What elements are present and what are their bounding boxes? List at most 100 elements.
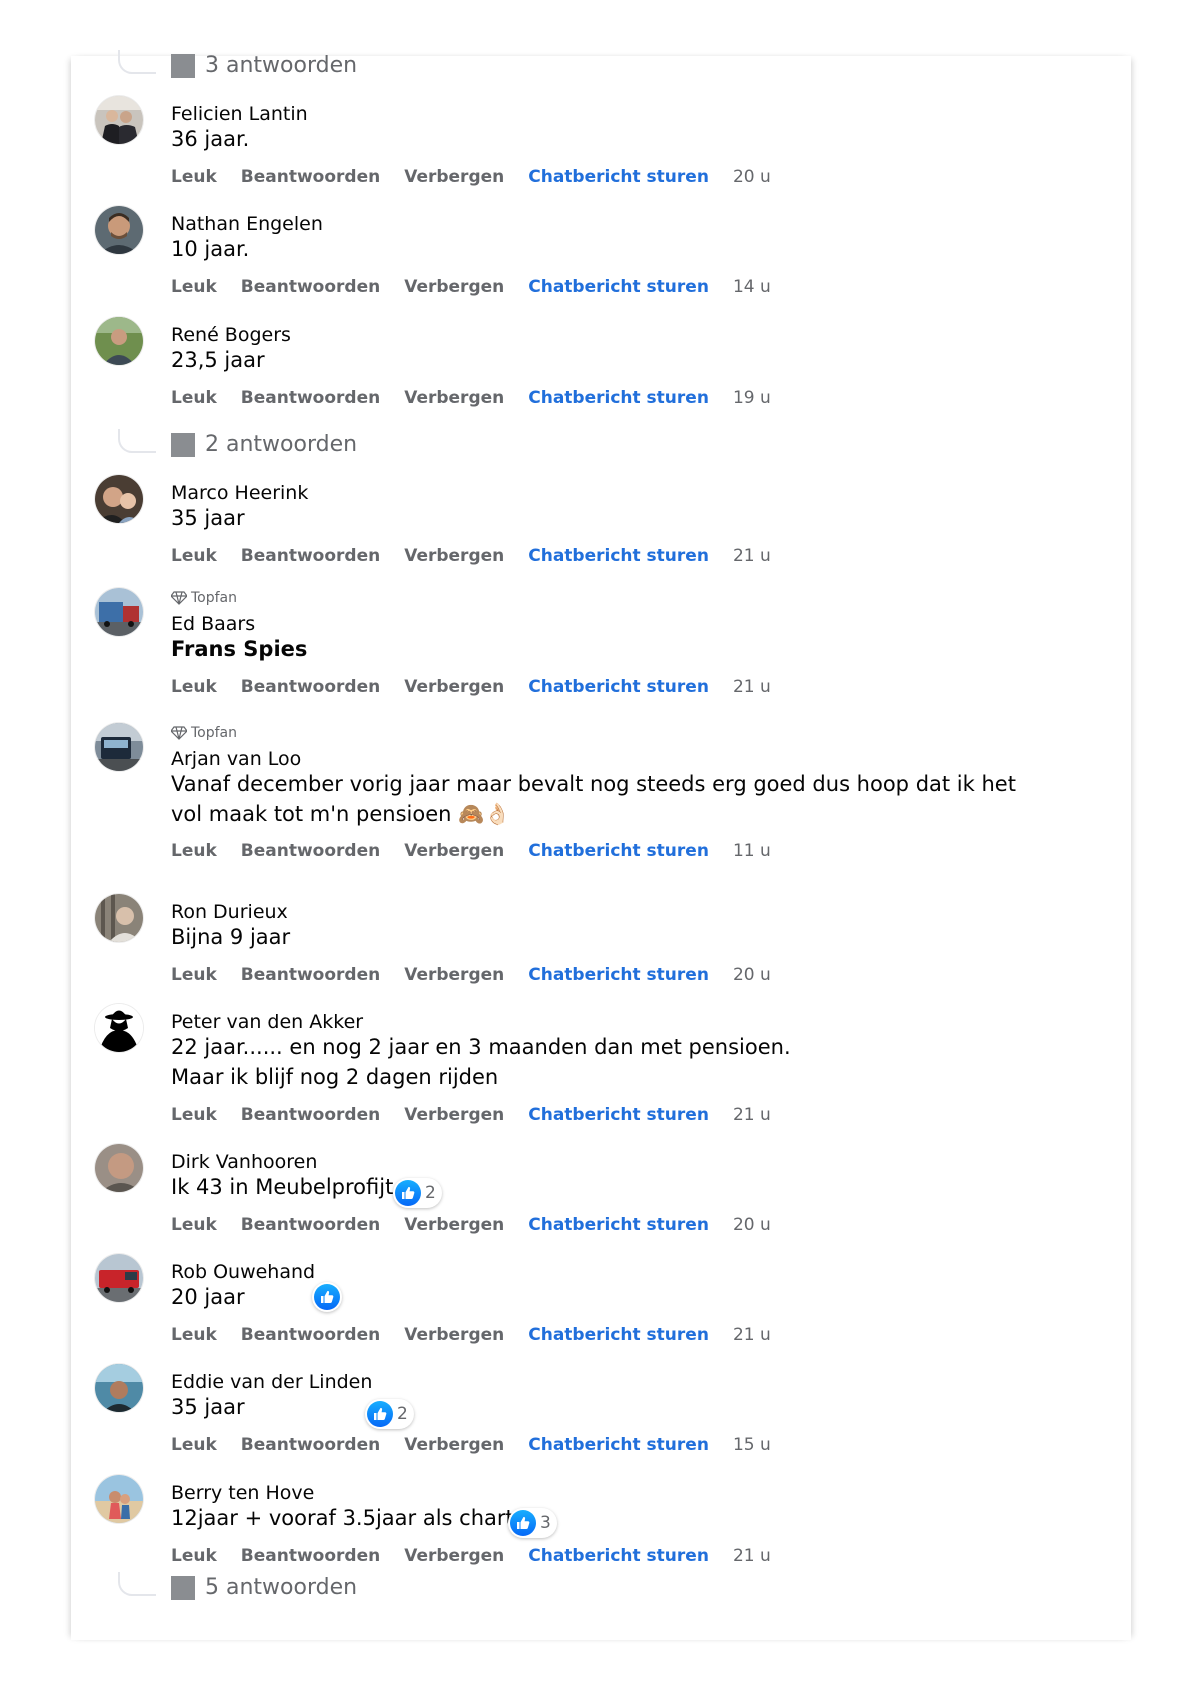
commenter-name[interactable]: Felicien Lantin — [171, 103, 308, 125]
hide-button[interactable]: Verbergen — [404, 1215, 504, 1235]
avatar[interactable] — [95, 317, 143, 365]
avatar[interactable] — [95, 1475, 143, 1523]
reply-button[interactable]: Beantwoorden — [241, 1325, 380, 1345]
send-message-button[interactable]: Chatbericht sturen — [528, 965, 709, 985]
hide-button[interactable]: Verbergen — [404, 546, 504, 566]
like-button[interactable]: Leuk — [171, 1105, 217, 1125]
reply-button[interactable]: Beantwoorden — [241, 1215, 380, 1235]
timestamp[interactable]: 20 u — [733, 167, 771, 187]
avatar[interactable] — [95, 1364, 143, 1412]
send-message-button[interactable]: Chatbericht sturen — [528, 388, 709, 408]
hide-button[interactable]: Verbergen — [404, 167, 504, 187]
hide-button[interactable]: Verbergen — [404, 677, 504, 697]
timestamp[interactable]: 21 u — [733, 1105, 771, 1125]
like-button[interactable]: Leuk — [171, 388, 217, 408]
comment-actions: Leuk Beantwoorden Verbergen Chatbericht … — [171, 277, 771, 297]
like-button[interactable]: Leuk — [171, 1546, 217, 1566]
avatar[interactable] — [95, 1144, 143, 1192]
timestamp[interactable]: 15 u — [733, 1435, 771, 1455]
timestamp[interactable]: 14 u — [733, 277, 771, 297]
timestamp[interactable]: 21 u — [733, 677, 771, 697]
view-replies-link[interactable]: 3 antwoorden — [171, 53, 357, 78]
reaction-count[interactable] — [312, 1282, 342, 1312]
commenter-name[interactable]: Arjan van Loo — [171, 748, 301, 770]
reaction-count[interactable]: 3 — [508, 1508, 557, 1538]
hide-button[interactable]: Verbergen — [404, 388, 504, 408]
comment-text: Bijna 9 jaar — [171, 925, 291, 949]
timestamp[interactable]: 19 u — [733, 388, 771, 408]
commenter-name[interactable]: Rob Ouwehand — [171, 1261, 315, 1283]
topfan-badge[interactable]: Topfan — [171, 725, 237, 741]
reply-button[interactable]: Beantwoorden — [241, 841, 380, 861]
send-message-button[interactable]: Chatbericht sturen — [528, 1325, 709, 1345]
reply-button[interactable]: Beantwoorden — [241, 1435, 380, 1455]
avatar[interactable] — [95, 1254, 143, 1302]
send-message-button[interactable]: Chatbericht sturen — [528, 546, 709, 566]
commenter-name[interactable]: Eddie van der Linden — [171, 1371, 372, 1393]
like-button[interactable]: Leuk — [171, 1435, 217, 1455]
commenter-name[interactable]: René Bogers — [171, 324, 291, 346]
reply-button[interactable]: Beantwoorden — [241, 277, 380, 297]
like-button[interactable]: Leuk — [171, 677, 217, 697]
send-message-button[interactable]: Chatbericht sturen — [528, 841, 709, 861]
hide-button[interactable]: Verbergen — [404, 841, 504, 861]
send-message-button[interactable]: Chatbericht sturen — [528, 1105, 709, 1125]
send-message-button[interactable]: Chatbericht sturen — [528, 1215, 709, 1235]
hide-button[interactable]: Verbergen — [404, 1546, 504, 1566]
comment-text[interactable]: Frans Spies — [171, 634, 1031, 664]
reply-button[interactable]: Beantwoorden — [241, 1546, 380, 1566]
like-button[interactable]: Leuk — [171, 277, 217, 297]
like-button[interactable]: Leuk — [171, 1325, 217, 1345]
commenter-name[interactable]: Berry ten Hove — [171, 1482, 314, 1504]
commenter-name[interactable]: Ed Baars — [171, 613, 255, 635]
hide-button[interactable]: Verbergen — [404, 1325, 504, 1345]
commenter-name[interactable]: Dirk Vanhooren — [171, 1151, 317, 1173]
send-message-button[interactable]: Chatbericht sturen — [528, 677, 709, 697]
timestamp[interactable]: 11 u — [733, 841, 771, 861]
like-button[interactable]: Leuk — [171, 546, 217, 566]
like-button[interactable]: Leuk — [171, 1215, 217, 1235]
avatar[interactable] — [95, 96, 143, 144]
timestamp[interactable]: 20 u — [733, 965, 771, 985]
hide-button[interactable]: Verbergen — [404, 1435, 504, 1455]
avatar[interactable] — [95, 206, 143, 254]
avatar[interactable] — [95, 894, 143, 942]
reply-button[interactable]: Beantwoorden — [241, 388, 380, 408]
commenter-name[interactable]: Ron Durieux — [171, 901, 288, 923]
send-message-button[interactable]: Chatbericht sturen — [528, 167, 709, 187]
view-replies-link[interactable]: 2 antwoorden — [171, 432, 357, 457]
timestamp[interactable]: 21 u — [733, 546, 771, 566]
send-message-button[interactable]: Chatbericht sturen — [528, 277, 709, 297]
avatar[interactable] — [95, 588, 143, 636]
reaction-count[interactable]: 2 — [393, 1178, 442, 1208]
send-message-button[interactable]: Chatbericht sturen — [528, 1435, 709, 1455]
reply-button[interactable]: Beantwoorden — [241, 1105, 380, 1125]
hide-button[interactable]: Verbergen — [404, 1105, 504, 1125]
commenter-name[interactable]: Nathan Engelen — [171, 213, 323, 235]
topfan-badge[interactable]: Topfan — [171, 590, 237, 606]
avatar[interactable] — [95, 723, 143, 771]
reply-button[interactable]: Beantwoorden — [241, 546, 380, 566]
hide-button[interactable]: Verbergen — [404, 277, 504, 297]
timestamp[interactable]: 20 u — [733, 1215, 771, 1235]
avatar[interactable] — [95, 475, 143, 523]
send-message-button[interactable]: Chatbericht sturen — [528, 1546, 709, 1566]
reply-button[interactable]: Beantwoorden — [241, 167, 380, 187]
commenter-name[interactable]: Marco Heerink — [171, 482, 308, 504]
like-button[interactable]: Leuk — [171, 965, 217, 985]
reply-button[interactable]: Beantwoorden — [241, 677, 380, 697]
like-reaction-icon — [395, 1180, 421, 1206]
timestamp[interactable]: 21 u — [733, 1546, 771, 1566]
avatar[interactable] — [95, 1004, 143, 1052]
view-replies-link[interactable]: 5 antwoorden — [171, 1575, 357, 1600]
timestamp[interactable]: 21 u — [733, 1325, 771, 1345]
reply-button[interactable]: Beantwoorden — [241, 965, 380, 985]
hide-button[interactable]: Verbergen — [404, 965, 504, 985]
like-reaction-icon — [367, 1401, 393, 1427]
reaction-count[interactable]: 2 — [365, 1399, 414, 1429]
commenter-name[interactable]: Peter van den Akker — [171, 1011, 363, 1033]
like-button[interactable]: Leuk — [171, 167, 217, 187]
like-button[interactable]: Leuk — [171, 841, 217, 861]
comment-actions: Leuk Beantwoorden Verbergen Chatbericht … — [171, 1546, 771, 1566]
comment-actions: Leuk Beantwoorden Verbergen Chatbericht … — [171, 965, 771, 985]
